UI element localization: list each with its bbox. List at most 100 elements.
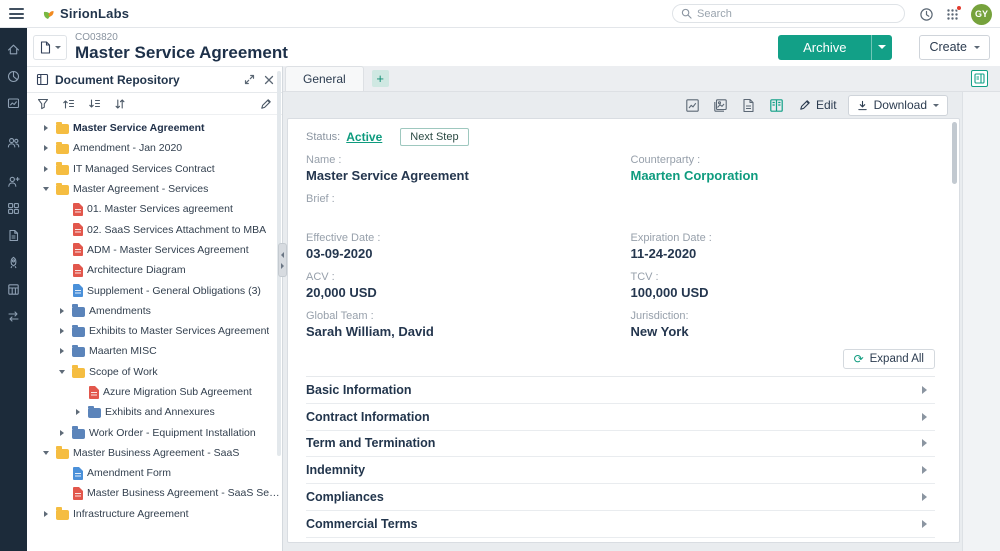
field-acv-value: 20,000 USD [306, 285, 611, 300]
tree-item[interactable]: Exhibits to Master Services Agreement [27, 321, 282, 341]
edit-icon[interactable] [260, 98, 272, 110]
chevron-right-icon[interactable] [55, 430, 68, 436]
apps-grid-icon[interactable] [946, 8, 959, 21]
section-row[interactable]: Basic Information [306, 377, 935, 404]
chevron-right-icon[interactable] [55, 308, 68, 314]
tree-item[interactable]: Scope of Work [27, 362, 282, 382]
tree-item[interactable]: Maarten MISC [27, 341, 282, 361]
apps-icon[interactable] [0, 195, 27, 222]
chevron-right-icon[interactable] [922, 520, 927, 528]
page-title: Master Service Agreement [75, 44, 288, 62]
chevron-down-icon[interactable] [39, 451, 52, 455]
repository-toolbar [27, 93, 282, 115]
close-icon[interactable] [264, 75, 274, 85]
contacts-icon[interactable] [0, 129, 27, 156]
field-counterparty-value[interactable]: Maarten Corporation [631, 168, 936, 183]
chart-icon[interactable] [684, 97, 701, 114]
filter-icon[interactable] [37, 98, 49, 110]
tree-item[interactable]: Amendment - Jan 2020 [27, 138, 282, 158]
reports-icon[interactable] [0, 276, 27, 303]
tree-item[interactable]: Architecture Diagram [27, 260, 282, 280]
status-value[interactable]: Active [346, 130, 382, 144]
tree-item[interactable]: Master Service Agreement [27, 118, 282, 138]
tree-item[interactable]: IT Managed Services Contract [27, 159, 282, 179]
split-view-icon[interactable] [768, 97, 785, 114]
create-button[interactable]: Create [919, 35, 990, 60]
analytics-icon[interactable] [0, 90, 27, 117]
collapse-panel-icon[interactable] [971, 70, 988, 87]
chevron-down-icon[interactable] [39, 187, 52, 191]
tree-item[interactable]: Azure Migration Sub Agreement [27, 382, 282, 402]
chevron-right-icon[interactable] [922, 466, 927, 474]
download-button[interactable]: Download [848, 95, 948, 116]
search-box[interactable] [672, 4, 905, 23]
section-row[interactable]: Term and Termination [306, 431, 935, 458]
archive-dropdown[interactable] [871, 35, 892, 60]
folder-icon [88, 408, 101, 418]
archive-button[interactable]: Archive [778, 35, 892, 60]
menu-icon[interactable] [9, 8, 24, 19]
chevron-right-icon[interactable] [39, 511, 52, 517]
tree-item[interactable]: Supplement - General Obligations (3) [27, 280, 282, 300]
chevron-right-icon[interactable] [922, 439, 927, 447]
document-view-icon[interactable] [740, 97, 757, 114]
section-row[interactable]: Important Dates [306, 538, 935, 543]
card-scrollbar[interactable] [952, 122, 957, 184]
dashboard-icon[interactable] [0, 63, 27, 90]
tab-general-label: General [303, 72, 346, 86]
logo[interactable]: SirionLabs [40, 6, 129, 22]
transfer-icon[interactable] [0, 303, 27, 330]
avatar[interactable]: GY [971, 4, 992, 25]
chevron-down-icon[interactable] [55, 370, 68, 374]
tree-item-label: Master Business Agreement - SaaS Service… [87, 487, 282, 499]
expand-all-icon[interactable] [88, 98, 101, 110]
panel-resize-handle[interactable] [278, 243, 287, 277]
tree-item[interactable]: Amendment Form [27, 463, 282, 483]
tree-item[interactable]: Master Agreement - Services [27, 179, 282, 199]
chevron-right-icon[interactable] [922, 413, 927, 421]
chevron-right-icon[interactable] [922, 386, 927, 394]
add-tab-button[interactable]: + [372, 70, 389, 87]
section-row[interactable]: Indemnity [306, 457, 935, 484]
contract-detail-region: General + Edit Download [283, 66, 1000, 551]
history-icon[interactable] [919, 7, 934, 22]
tree-item[interactable]: Master Business Agreement - SaaS Service… [27, 483, 282, 503]
detail-toolbar: Edit Download [283, 92, 1000, 118]
team-icon[interactable] [0, 168, 27, 195]
sort-icon[interactable] [114, 98, 126, 110]
tree-item-label: Azure Migration Sub Agreement [103, 386, 252, 398]
chevron-right-icon[interactable] [922, 493, 927, 501]
tree-item[interactable]: Master Business Agreement - SaaS [27, 443, 282, 463]
logo-text: SirionLabs [60, 6, 129, 21]
next-step-button[interactable]: Next Step [400, 128, 468, 146]
chevron-right-icon[interactable] [55, 328, 68, 334]
document-icon[interactable] [0, 222, 27, 249]
tab-general[interactable]: General [285, 66, 364, 91]
contract-fields: Name : Master Service Agreement Counterp… [306, 154, 935, 349]
expand-panel-icon[interactable] [244, 74, 255, 85]
tree-item[interactable]: Amendments [27, 301, 282, 321]
tree-item[interactable]: 02. SaaS Services Attachment to MBA [27, 219, 282, 239]
chevron-right-icon[interactable] [39, 145, 52, 151]
tree-item[interactable]: Exhibits and Annexures [27, 402, 282, 422]
chevron-right-icon[interactable] [39, 125, 52, 131]
tree-item[interactable]: Infrastructure Agreement [27, 504, 282, 524]
contract-type-button[interactable] [33, 35, 67, 60]
edit-button[interactable]: Edit [799, 98, 837, 112]
tree-item[interactable]: Work Order - Equipment Installation [27, 422, 282, 442]
chevron-right-icon[interactable] [39, 166, 52, 172]
expand-all-button[interactable]: ⟳ Expand All [843, 349, 935, 369]
chevron-right-icon[interactable] [55, 348, 68, 354]
section-row[interactable]: Compliances [306, 484, 935, 511]
tree-item[interactable]: ADM - Master Services Agreement [27, 240, 282, 260]
tree-item-label: Work Order - Equipment Installation [89, 427, 256, 439]
section-row[interactable]: Commercial Terms [306, 511, 935, 538]
home-icon[interactable] [0, 36, 27, 63]
tree-item[interactable]: 01. Master Services agreement [27, 199, 282, 219]
section-row[interactable]: Contract Information [306, 404, 935, 431]
chevron-right-icon[interactable] [71, 409, 84, 415]
search-input[interactable] [697, 8, 896, 20]
gallery-icon[interactable] [712, 97, 729, 114]
collapse-all-icon[interactable] [62, 98, 75, 110]
rocket-icon[interactable] [0, 249, 27, 276]
